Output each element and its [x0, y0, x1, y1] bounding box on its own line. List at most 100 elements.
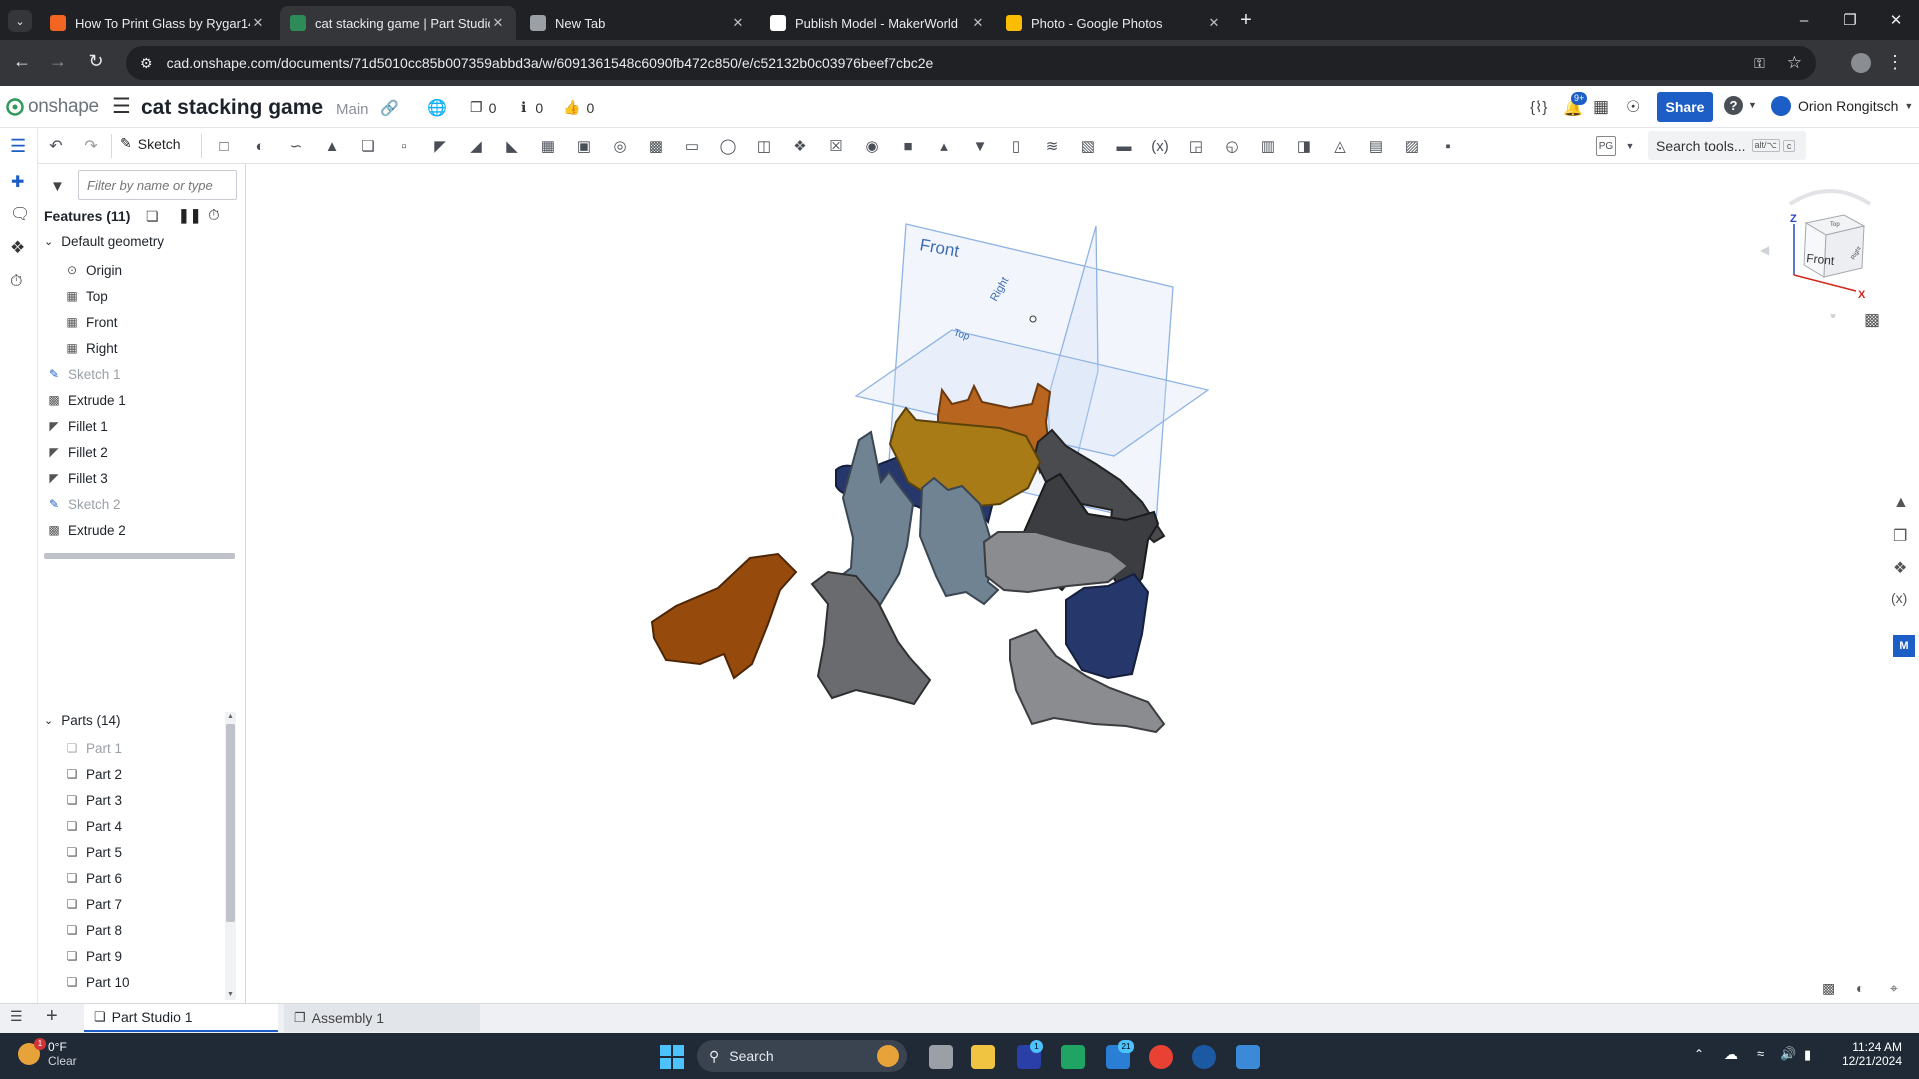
- taskbar-search[interactable]: ⚲ Search: [697, 1040, 907, 1072]
- tab-close-icon[interactable]: ✕: [490, 15, 506, 31]
- history-icon[interactable]: ⏱: [10, 273, 22, 291]
- feature-item[interactable]: ✎ Sketch 1: [46, 361, 121, 387]
- spreadsheet-app-icon[interactable]: [1061, 1045, 1085, 1069]
- feature-item[interactable]: ◤ Fillet 1: [46, 413, 107, 439]
- forward-icon[interactable]: →: [46, 51, 70, 72]
- feature-item[interactable]: ◤ Fillet 3: [46, 465, 107, 491]
- tab-close-icon[interactable]: ✕: [250, 15, 266, 31]
- add-element-icon[interactable]: +: [46, 1005, 58, 1028]
- extrude-icon[interactable]: □: [214, 136, 234, 156]
- tray-overflow-icon[interactable]: ⌃: [1694, 1047, 1704, 1061]
- measure-icon[interactable]: ⌖: [1890, 980, 1898, 997]
- feature-item[interactable]: ⊙ Origin: [64, 257, 122, 283]
- browser-tab-5[interactable]: Photo - Google Photos ✕: [996, 6, 1232, 40]
- profile-avatar[interactable]: [1851, 53, 1871, 73]
- frame-icon[interactable]: ◲: [1186, 136, 1206, 156]
- filter-icon[interactable]: ▼: [50, 178, 65, 195]
- windows-start-icon[interactable]: [660, 1045, 684, 1069]
- shell-icon[interactable]: ▣: [574, 136, 594, 156]
- configurations-icon[interactable]: ❖: [10, 238, 25, 258]
- search-tools-field[interactable]: Search tools... alt/⌥ c: [1648, 131, 1806, 160]
- scroll-down-arrow[interactable]: ▼: [225, 990, 236, 1000]
- mate-icon[interactable]: ▤: [1366, 136, 1386, 156]
- section-view-icon[interactable]: ◐: [1856, 980, 1864, 996]
- replace-face-icon[interactable]: ■: [898, 136, 918, 156]
- appearance-panel-icon[interactable]: ▲: [1893, 494, 1909, 512]
- tab-part-studio-1[interactable]: ❏ Part Studio 1: [84, 1004, 278, 1032]
- part-item[interactable]: ❏ Part 7: [64, 891, 122, 917]
- part-item[interactable]: ❏ Part 2: [64, 761, 122, 787]
- part-item[interactable]: ❏ Part 5: [64, 839, 122, 865]
- delete-part-icon[interactable]: ☒: [826, 136, 846, 156]
- rollback-timer-icon[interactable]: ⏱: [208, 207, 220, 224]
- parts-group[interactable]: ⌄ Parts (14): [44, 713, 121, 728]
- tab-close-icon[interactable]: ✕: [970, 15, 986, 31]
- part-item[interactable]: ❏ Part 9: [64, 943, 122, 969]
- tab-close-icon[interactable]: ✕: [1206, 15, 1222, 31]
- share-button[interactable]: Share: [1657, 92, 1713, 122]
- makerworld-app-icon[interactable]: M: [1893, 635, 1915, 657]
- mass-properties-icon[interactable]: ❖: [1893, 558, 1907, 578]
- default-geometry-group[interactable]: ⌄ Default geometry: [44, 234, 164, 249]
- restore-button[interactable]: ❐: [1827, 0, 1873, 40]
- plane-icon[interactable]: ▯: [1006, 136, 1026, 156]
- pattern-array-icon[interactable]: ▨: [1402, 136, 1422, 156]
- onedrive-icon[interactable]: ☁: [1724, 1046, 1738, 1063]
- clock[interactable]: 11:24 AM 12/21/2024: [1832, 1040, 1902, 1068]
- minimize-button[interactable]: –: [1781, 0, 1827, 40]
- reload-icon[interactable]: ↻: [84, 51, 108, 72]
- thread-icon[interactable]: ▥: [1258, 136, 1278, 156]
- parts-properties-icon[interactable]: ❐: [1893, 526, 1907, 546]
- link-icon[interactable]: 🔗: [380, 99, 399, 117]
- wrap-icon[interactable]: ◨: [1294, 136, 1314, 156]
- comments-icon[interactable]: 🗨: [10, 204, 30, 224]
- feature-item[interactable]: ▩ Extrude 1: [46, 387, 125, 413]
- part-item[interactable]: ❏ Part 6: [64, 865, 122, 891]
- info-button[interactable]: ℹ0: [521, 99, 543, 116]
- like-button[interactable]: 👍 0: [563, 99, 594, 116]
- rib-icon[interactable]: ▦: [538, 136, 558, 156]
- feature-item[interactable]: ✎ Sketch 2: [46, 491, 121, 517]
- browser-tab-2[interactable]: cat stacking game | Part Studio ✕: [280, 6, 516, 40]
- url-text[interactable]: cad.onshape.com/documents/71d5010cc85b00…: [167, 55, 1755, 71]
- view-cube[interactable]: Z X Front Top Right ◀ ▶ ▼: [1760, 178, 1900, 323]
- part-item[interactable]: ❏ Part 4: [64, 813, 122, 839]
- curve-pattern-icon[interactable]: ▧: [1078, 136, 1098, 156]
- modify-fillet-icon[interactable]: ◉: [862, 136, 882, 156]
- loft-icon[interactable]: ▲: [322, 136, 342, 156]
- feature-item[interactable]: ◤ Fillet 2: [46, 439, 107, 465]
- part-item[interactable]: ❏ Part 1: [64, 735, 122, 761]
- sketch-button[interactable]: ✎ Sketch: [120, 135, 181, 152]
- variable-icon[interactable]: (x): [1150, 136, 1170, 156]
- feature-item[interactable]: ▦ Front: [64, 309, 117, 335]
- wifi-icon[interactable]: ≈: [1757, 1046, 1764, 1061]
- photos-app-icon[interactable]: [1236, 1045, 1260, 1069]
- sheet-metal-icon[interactable]: ▬: [1114, 136, 1134, 156]
- featurescript-icon[interactable]: {⌇}: [1530, 98, 1547, 116]
- site-info-icon[interactable]: ⚙: [140, 55, 153, 72]
- view-mode-cube-icon[interactable]: ▩: [1864, 310, 1880, 330]
- redo-icon[interactable]: ↷: [81, 136, 101, 156]
- part-item[interactable]: ❏ Part 10: [64, 969, 130, 995]
- help-dropdown-icon[interactable]: ▼: [1748, 100, 1757, 110]
- volume-icon[interactable]: 🔊: [1780, 1046, 1796, 1062]
- versions-button[interactable]: ❐ 0: [470, 99, 496, 116]
- task-view-icon[interactable]: [929, 1045, 953, 1069]
- fillet-icon[interactable]: ◤: [430, 136, 450, 156]
- branch-label[interactable]: Main: [336, 101, 369, 118]
- chrome-menu-icon[interactable]: ⋮: [1886, 52, 1904, 73]
- browser-tab-1[interactable]: How To Print Glass by Rygar14: ✕: [40, 6, 276, 40]
- mirror-icon[interactable]: ▭: [682, 136, 702, 156]
- user-menu[interactable]: Orion Rongitsch ▼: [1771, 96, 1913, 116]
- transform-icon[interactable]: ❖: [790, 136, 810, 156]
- app-store-icon[interactable]: ▦: [1593, 97, 1609, 117]
- back-icon[interactable]: ←: [10, 51, 34, 72]
- hole-icon[interactable]: ◎: [610, 136, 630, 156]
- helix-icon[interactable]: ≋: [1042, 136, 1062, 156]
- pg-dropdown-icon[interactable]: ▼: [1620, 136, 1640, 156]
- thicken-icon[interactable]: ❏: [358, 136, 378, 156]
- section-icon[interactable]: ◵: [1222, 136, 1242, 156]
- offset-surface-icon[interactable]: ▴: [934, 136, 954, 156]
- onshape-logo[interactable]: onshape: [6, 96, 99, 118]
- browser-tab-3[interactable]: New Tab ✕: [520, 6, 756, 40]
